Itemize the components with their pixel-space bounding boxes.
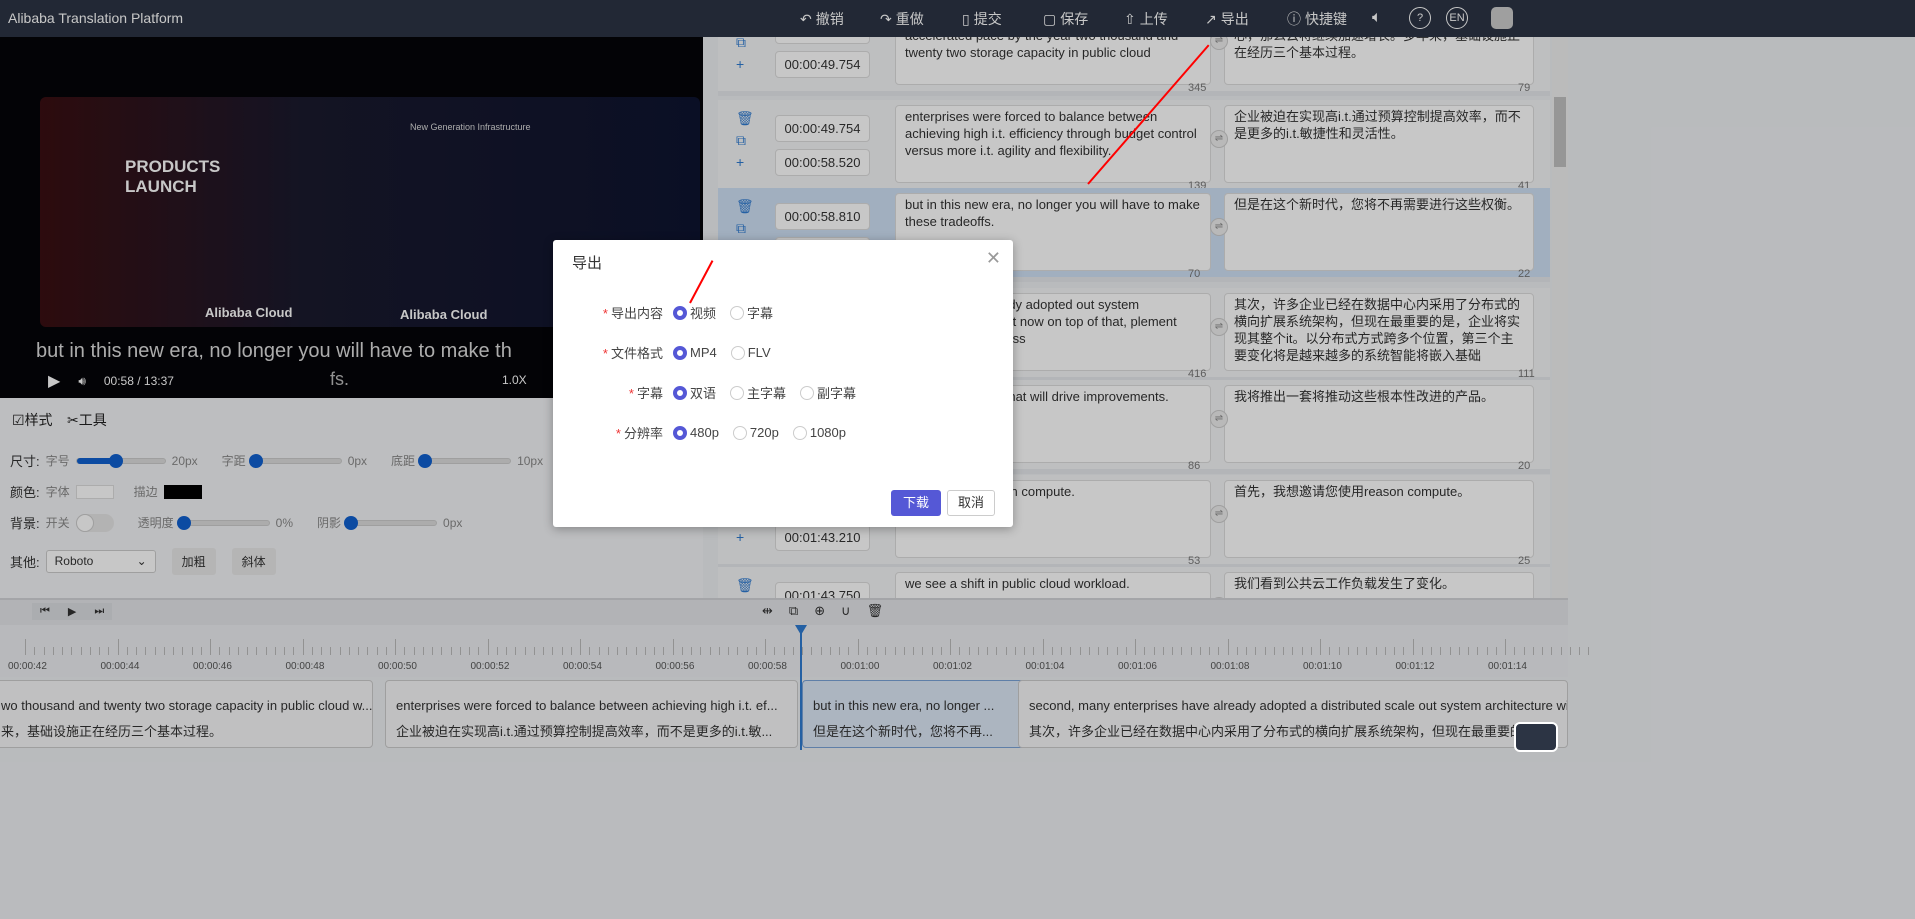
- radio-button[interactable]: [673, 345, 687, 360]
- radio-button[interactable]: [730, 385, 745, 400]
- export-field: * 字幕 双语 主字幕 副字幕: [553, 383, 870, 402]
- field-label-text: 文件格式: [610, 346, 663, 361]
- export-field: * 分辨率 480p 720p 1080p: [553, 423, 860, 442]
- radio-option[interactable]: 1080p: [792, 425, 846, 440]
- required-mark: *: [602, 346, 608, 361]
- export-field: * 导出内容 视频 字幕: [553, 303, 787, 322]
- dialog-title: 导出: [572, 255, 603, 272]
- radio-button[interactable]: [732, 425, 747, 440]
- field-label: * 文件格式: [553, 343, 673, 362]
- radio-button[interactable]: [730, 345, 745, 360]
- radio-option[interactable]: MP4: [673, 345, 717, 360]
- radio-label: 副字幕: [817, 386, 857, 401]
- radio-button[interactable]: [673, 425, 687, 440]
- close-icon[interactable]: ✕: [986, 248, 1001, 269]
- radio-label: MP4: [690, 345, 717, 360]
- radio-label: 主字幕: [747, 386, 787, 401]
- cancel-button[interactable]: 取消: [947, 490, 995, 516]
- field-label-text: 导出内容: [610, 306, 663, 321]
- field-label-text: 字幕: [636, 386, 663, 401]
- export-dialog: 导出 ✕ * 导出内容 视频 字幕 * 文件格式 MP4 FLV * 字幕 双语 主字幕 副字幕 * 分辨率…: [553, 240, 1013, 527]
- radio-option[interactable]: 720p: [732, 425, 779, 440]
- field-label-text: 分辨率: [623, 426, 663, 441]
- required-mark: *: [615, 426, 621, 441]
- radio-label: 480p: [690, 425, 719, 440]
- field-label: * 分辨率: [553, 423, 673, 442]
- radio-button[interactable]: [673, 385, 687, 400]
- radio-button[interactable]: [792, 425, 807, 440]
- field-label: * 导出内容: [553, 303, 673, 322]
- radio-label: 720p: [749, 425, 779, 440]
- required-mark: *: [602, 306, 608, 321]
- radio-label: 1080p: [809, 425, 846, 440]
- radio-option[interactable]: 副字幕: [800, 383, 856, 402]
- field-label: * 字幕: [553, 383, 673, 402]
- radio-option[interactable]: 480p: [673, 425, 719, 440]
- export-field: * 文件格式 MP4 FLV: [553, 343, 785, 362]
- radio-option[interactable]: FLV: [730, 345, 771, 360]
- radio-button[interactable]: [800, 385, 815, 400]
- download-button[interactable]: 下载: [891, 490, 941, 516]
- radio-option[interactable]: 字幕: [730, 303, 773, 322]
- radio-option[interactable]: 主字幕: [730, 383, 786, 402]
- chat-icon[interactable]: [1514, 722, 1558, 752]
- radio-option[interactable]: 双语: [673, 383, 716, 402]
- radio-label: 字幕: [747, 306, 774, 321]
- radio-option[interactable]: 视频: [673, 303, 716, 322]
- radio-label: FLV: [747, 345, 771, 360]
- radio-label: 双语: [690, 386, 717, 401]
- radio-button[interactable]: [730, 305, 745, 320]
- required-mark: *: [628, 386, 634, 401]
- radio-button[interactable]: [673, 305, 687, 320]
- radio-label: 视频: [690, 306, 717, 321]
